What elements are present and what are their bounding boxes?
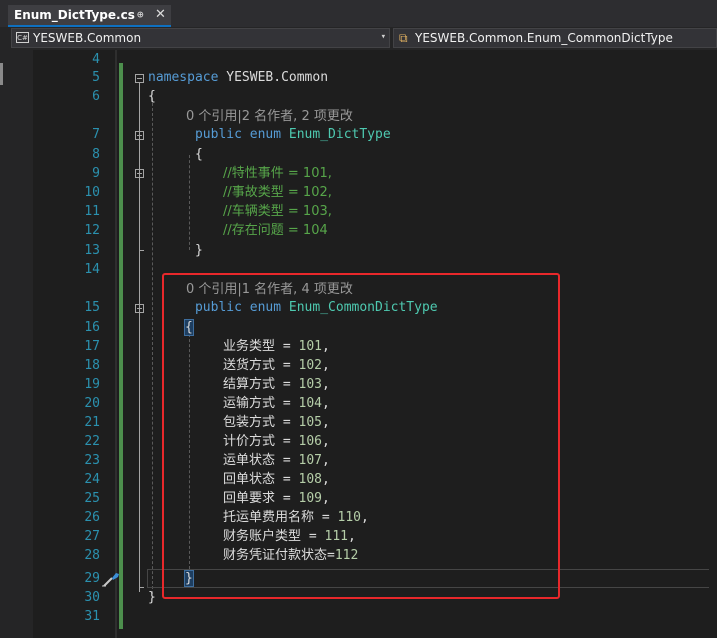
line-number: 10 [84,185,100,200]
line-number: 4 [92,52,100,67]
document-tab-bar: Enum_DictType.cs ⊕ ✕ [0,0,717,27]
code-line-namespace: namespace YESWEB.Common [148,68,328,87]
fold-end [139,250,144,251]
line-number: 12 [84,223,100,238]
indent-guide [152,98,153,594]
indent-guide [189,155,190,250]
code-line-comment: //存在问题 = 104 [223,223,328,238]
namespace-name: YESWEB.Common [226,70,329,85]
fold-toggle-comments[interactable] [135,169,144,178]
line-number: 16 [84,320,100,335]
code-line-comment: //车辆类型 = 103, [223,204,332,219]
line-number: 15 [84,300,100,315]
line-number: 28 [84,548,100,563]
code-line-open-brace: { [148,87,156,106]
screwdriver-icon[interactable] [100,569,122,589]
fold-toggle-enum1[interactable] [135,131,144,140]
line-number: 19 [84,377,100,392]
margin-strip [0,63,3,85]
tab-title: Enum_DictType.cs [14,8,135,22]
class-icon: ⧉ [399,31,408,45]
member-dropdown[interactable]: ⧉ YESWEB.Common.Enum_CommonDictType [393,28,717,48]
code-line-enum1-open: { [148,145,203,164]
fold-toggle-namespace[interactable] [135,74,144,83]
fold-toggle-enum2[interactable] [135,304,144,313]
editor-left-margin [0,50,33,638]
fold-line [139,83,140,592]
line-number: 20 [84,396,100,411]
brace: } [194,243,203,258]
highlight-annotation-box [162,273,560,599]
line-number: 17 [84,339,100,354]
line-number: 18 [84,358,100,373]
line-number: 7 [92,127,100,142]
change-tracking-bar [119,63,123,629]
keyword-enum: enum [249,127,282,142]
line-number: 9 [92,166,100,181]
code-line-enum1-close: } [148,241,203,260]
gutter-separator [115,50,117,638]
line-number: 27 [84,529,100,544]
member-name: YESWEB.Common.Enum_CommonDictType [415,31,673,45]
brace: { [194,147,203,162]
keyword-namespace: namespace [148,70,219,85]
close-icon[interactable]: ✕ [155,7,166,22]
tab-enum-dicttype[interactable]: Enum_DictType.cs ⊕ ✕ [8,5,171,27]
project-dropdown[interactable]: C# YESWEB.Common ▾ [11,28,390,48]
line-number: 14 [84,262,100,277]
line-number: 24 [84,472,100,487]
line-number: 8 [92,147,100,162]
fold-end [139,587,144,588]
line-number: 31 [84,609,100,624]
pin-icon[interactable]: ⊕ [137,8,144,21]
line-number: 13 [84,243,100,258]
line-number: 29 [84,571,100,586]
navigation-bar: C# YESWEB.Common ▾ ⧉ YESWEB.Common.Enum_… [0,27,717,50]
csharp-project-icon: C# [16,32,29,43]
line-number: 11 [84,204,100,219]
code-line-enum1-decl: public enum Enum_DictType [148,125,391,144]
code-line-comment: //特性事件 = 101, [223,166,332,181]
line-number: 26 [84,510,100,525]
line-number: 23 [84,453,100,468]
keyword-public: public [194,127,242,142]
line-number: 5 [92,70,100,85]
brace: } [148,590,156,605]
line-number: 25 [84,491,100,506]
code-editor[interactable]: 4 5 6 7 8 9 10 11 12 13 14 15 16 17 18 19 20 21 22 23 24 25 26… [0,50,717,638]
brace: { [148,89,156,104]
line-number: 6 [92,89,100,104]
codelens-enum1[interactable]: 0 个引用|2 名作者, 2 项更改 [186,107,353,126]
enum1-name: Enum_DictType [288,127,391,142]
code-line-ns-close: } [148,588,156,607]
vertical-scrollbar[interactable] [709,50,717,638]
line-number: 22 [84,434,100,449]
project-name: YESWEB.Common [33,31,142,45]
line-number: 30 [84,590,100,605]
line-number: 21 [84,415,100,430]
chevron-down-icon[interactable]: ▾ [381,32,386,42]
code-line-comment: //事故类型 = 102, [223,185,332,200]
